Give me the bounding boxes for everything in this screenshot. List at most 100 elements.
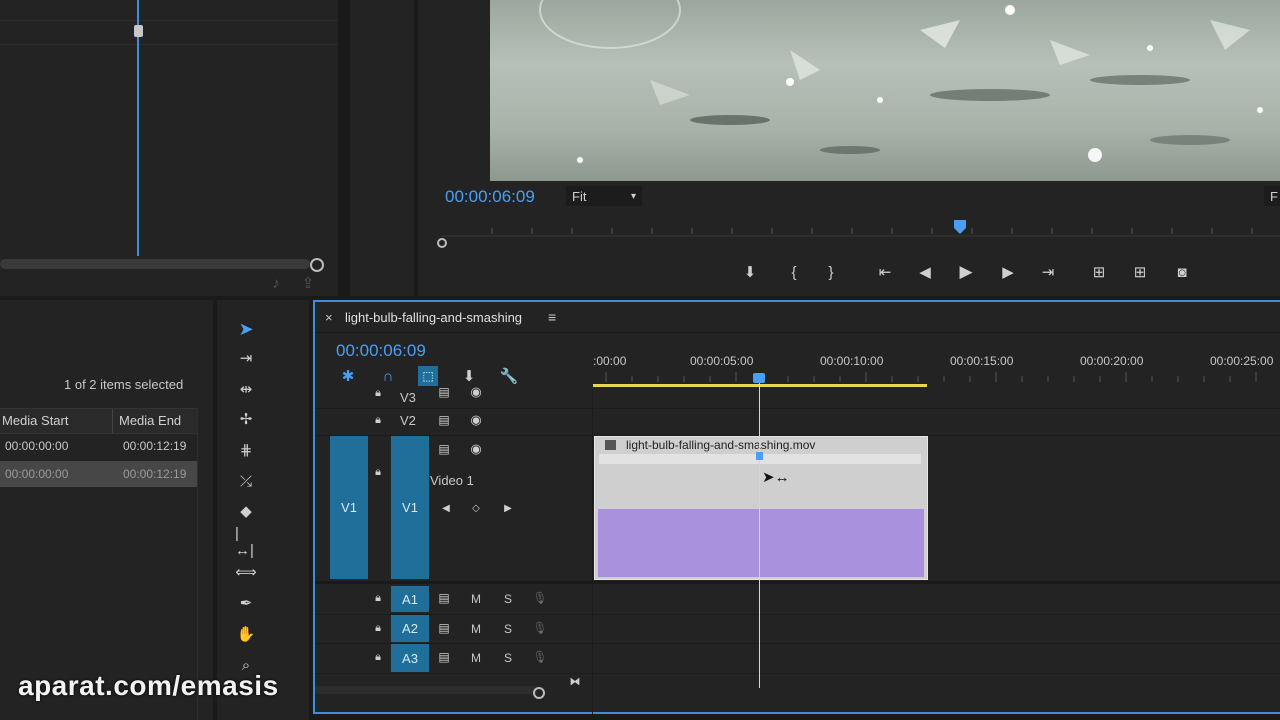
- film-icon[interactable]: ▤: [435, 384, 453, 400]
- mute-button[interactable]: M: [471, 651, 481, 665]
- program-time-ruler[interactable]: [432, 214, 1280, 250]
- export-frame-icon[interactable]: ◙: [1171, 262, 1193, 282]
- export-icon[interactable]: ⇪: [298, 274, 318, 292]
- film-icon[interactable]: ▤: [435, 412, 453, 428]
- track-label-v2[interactable]: V2: [400, 413, 416, 428]
- zoom-scrollbar[interactable]: [0, 259, 310, 269]
- microphone-icon[interactable]: 🎙︎: [532, 649, 548, 665]
- track-target-v1[interactable]: V1: [391, 436, 429, 579]
- eye-icon[interactable]: ◉: [467, 384, 485, 400]
- go-to-out-icon[interactable]: ⇥: [1037, 262, 1059, 282]
- razor-tool-icon[interactable]: ⤰: [235, 470, 257, 492]
- nest-toggle-icon[interactable]: ✱: [338, 366, 358, 386]
- add-keyframe-icon[interactable]: ◇: [469, 501, 483, 515]
- ruler-label: 00:00:05:00: [690, 354, 754, 368]
- mute-button[interactable]: M: [471, 622, 481, 636]
- step-forward-icon[interactable]: ▶: [998, 262, 1018, 282]
- lock-icon[interactable]: 🔒︎: [369, 464, 387, 480]
- eye-icon[interactable]: ◉: [467, 412, 485, 428]
- rolling-edit-tool-icon[interactable]: ✢: [235, 408, 257, 430]
- panel-divider: [0, 44, 338, 45]
- lock-icon[interactable]: 🔒︎: [369, 649, 387, 665]
- extract-icon[interactable]: ⊞: [1128, 262, 1152, 282]
- chevron-down-icon: ▾: [630, 190, 636, 202]
- slide-tool-icon[interactable]: ⟺: [235, 561, 257, 583]
- time-ruler[interactable]: :00:00 00:00:05:00 00:00:10:00 00:00:15:…: [593, 348, 1280, 390]
- table-row[interactable]: 00:00:00:00 00:00:12:19: [0, 433, 197, 459]
- microphone-icon[interactable]: 🎙︎: [532, 620, 548, 636]
- lock-icon[interactable]: 🔒︎: [369, 412, 387, 428]
- ripple-edit-tool-icon[interactable]: ⇹: [235, 378, 257, 400]
- timeline-playhead-line[interactable]: [759, 382, 760, 688]
- playhead-line[interactable]: [137, 0, 139, 256]
- filter-icon[interactable]: ♪: [266, 274, 286, 292]
- source-patch-v1[interactable]: V1: [330, 436, 368, 579]
- lock-icon[interactable]: 🔒︎: [369, 386, 387, 400]
- film-icon[interactable]: ▤: [435, 649, 453, 665]
- microphone-icon[interactable]: 🎙︎: [532, 590, 548, 606]
- mute-button[interactable]: M: [471, 592, 481, 606]
- tab-divider: [315, 332, 1280, 333]
- track-target-a1[interactable]: A1: [391, 586, 429, 612]
- film-icon[interactable]: ▤: [435, 620, 453, 636]
- sequence-tab[interactable]: light-bulb-falling-and-smashing: [345, 310, 522, 325]
- lock-icon[interactable]: 🔒︎: [369, 590, 387, 606]
- lift-icon[interactable]: ⊞: [1087, 262, 1111, 282]
- ruler-label: 00:00:20:00: [1080, 354, 1144, 368]
- slip-tool-icon[interactable]: |↔|: [235, 525, 257, 559]
- mark-in-icon[interactable]: {: [784, 262, 804, 282]
- column-media-start[interactable]: Media Start: [2, 413, 68, 428]
- next-keyframe-icon[interactable]: ▶: [501, 501, 515, 515]
- step-back-icon[interactable]: ◀: [915, 262, 935, 282]
- add-marker-icon[interactable]: ⬇: [740, 262, 760, 282]
- video-frame: [490, 0, 1280, 181]
- track-target-a3[interactable]: A3: [391, 644, 429, 672]
- film-icon[interactable]: ▤: [435, 590, 453, 606]
- eraser-tool-icon[interactable]: ◆: [235, 500, 257, 522]
- wrench-icon[interactable]: 🔧: [499, 366, 519, 386]
- eye-icon[interactable]: ◉: [467, 441, 485, 457]
- column-divider[interactable]: [112, 409, 113, 433]
- timeline-timecode[interactable]: 00:00:06:09: [336, 341, 426, 361]
- linked-selection-icon[interactable]: ⬚: [418, 366, 438, 386]
- pen-tool-icon[interactable]: ✒: [235, 592, 257, 614]
- zoom-handle[interactable]: [437, 238, 447, 248]
- go-to-in-icon[interactable]: ⇤: [874, 262, 896, 282]
- timeline-zoom-bar[interactable]: [315, 686, 537, 694]
- zoom-handle[interactable]: [533, 687, 545, 699]
- scroll-to-end-icon[interactable]: ⧓: [567, 674, 583, 688]
- track-select-tool-icon[interactable]: ⇥: [235, 347, 257, 369]
- track-label-v3[interactable]: V3: [400, 390, 416, 405]
- lock-icon[interactable]: 🔒︎: [369, 620, 387, 636]
- middle-panel: [350, 0, 414, 296]
- mark-out-icon[interactable]: }: [821, 262, 841, 282]
- play-icon[interactable]: ▶: [955, 261, 977, 283]
- program-timecode[interactable]: 00:00:06:09: [445, 187, 535, 207]
- track-divider: [315, 643, 1280, 644]
- solo-button[interactable]: S: [504, 592, 512, 606]
- track-target-a2[interactable]: A2: [391, 615, 429, 642]
- rate-stretch-tool-icon[interactable]: ⋕: [235, 439, 257, 461]
- selection-tool-icon[interactable]: ➤: [235, 318, 257, 340]
- resolution-dropdown[interactable]: F: [1264, 186, 1280, 206]
- panel-menu-icon[interactable]: ≡: [548, 309, 556, 325]
- close-tab-icon[interactable]: ×: [325, 310, 333, 325]
- prev-keyframe-icon[interactable]: ◀: [439, 501, 453, 515]
- timeline-playhead[interactable]: [753, 373, 765, 383]
- hand-tool-icon[interactable]: ✋: [235, 623, 257, 645]
- media-end-value: 00:00:12:19: [123, 467, 187, 481]
- film-icon[interactable]: ▤: [435, 441, 453, 457]
- work-area-bar[interactable]: [593, 384, 927, 387]
- add-marker-icon[interactable]: ⬇: [459, 366, 479, 386]
- table-row-selected[interactable]: 00:00:00:00 00:00:12:19: [0, 461, 197, 487]
- column-media-end[interactable]: Media End: [119, 413, 181, 428]
- fit-dropdown[interactable]: Fit ▾: [566, 186, 642, 206]
- solo-button[interactable]: S: [504, 651, 512, 665]
- solo-button[interactable]: S: [504, 622, 512, 636]
- scrollbar-handle[interactable]: [310, 258, 324, 272]
- clip-keyframe[interactable]: [756, 452, 763, 460]
- snap-icon[interactable]: ∩: [378, 366, 398, 386]
- keyframe-marker[interactable]: [134, 25, 143, 37]
- program-playhead[interactable]: [954, 220, 966, 234]
- media-start-value: 00:00:00:00: [5, 439, 69, 453]
